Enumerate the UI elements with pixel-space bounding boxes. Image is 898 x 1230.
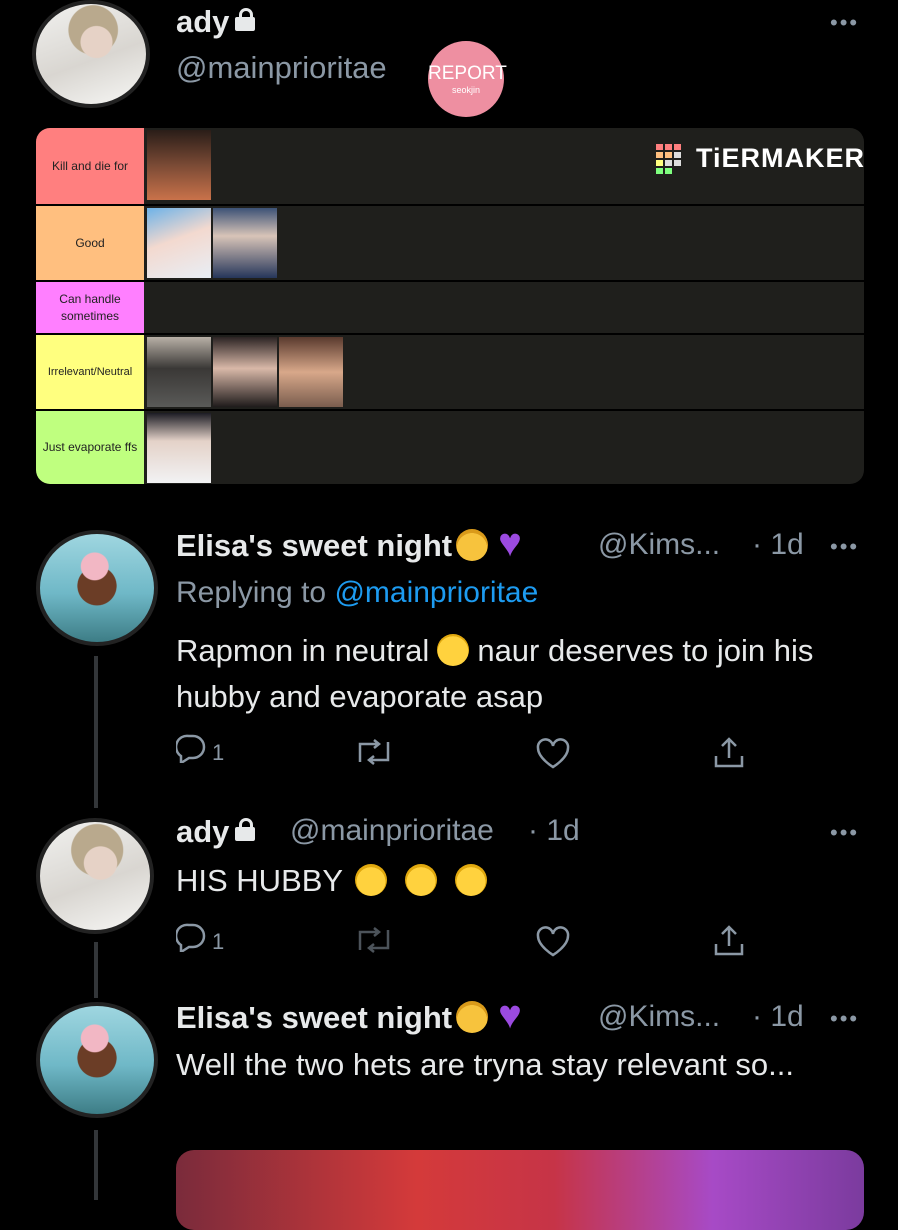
- photo-thumbnail: [213, 337, 277, 407]
- tier-row: Kill and die for: [36, 128, 864, 204]
- author-handle[interactable]: @mainprioritae: [290, 814, 494, 848]
- photo-thumbnail: [147, 208, 211, 278]
- more-dots-icon[interactable]: •••: [830, 534, 859, 560]
- reply-icon[interactable]: [176, 733, 206, 763]
- reply-count: 1: [212, 929, 225, 954]
- author-handle[interactable]: @mainprioritae: [176, 50, 387, 86]
- share-icon[interactable]: [712, 924, 746, 958]
- timestamp[interactable]: · 1d: [528, 814, 580, 848]
- photo-thumbnail: [147, 413, 211, 483]
- tweet-text: HIS HUBBY: [176, 858, 488, 904]
- report-badge: REPORT seokjin: [428, 41, 507, 117]
- more-dots-icon[interactable]: •••: [830, 10, 859, 36]
- author-name[interactable]: ady: [176, 814, 256, 850]
- tier-label: Good: [36, 206, 144, 280]
- share-icon[interactable]: [712, 736, 746, 770]
- photo-thumbnail: [213, 208, 277, 278]
- loudly-crying-emoji-icon: [405, 864, 438, 896]
- photo-thumbnail: [279, 337, 343, 407]
- lock-icon: [235, 8, 256, 31]
- author-name[interactable]: Elisa's sweet night: [176, 521, 532, 566]
- thread-line: [94, 1130, 98, 1200]
- reply-icon[interactable]: [176, 922, 206, 952]
- tier-row: Irrelevant/Neutral: [36, 333, 864, 409]
- thread-line: [94, 656, 98, 808]
- author-handle[interactable]: @Kims...: [598, 1000, 720, 1034]
- purple-heart-icon: [498, 993, 532, 1038]
- kissing-cat-emoji-icon: [456, 1001, 489, 1033]
- loudly-crying-emoji-icon: [355, 864, 388, 896]
- avatar[interactable]: [36, 818, 154, 934]
- tier-label: Irrelevant/Neutral: [36, 335, 144, 409]
- thread-line: [94, 942, 98, 998]
- timestamp[interactable]: · 1d: [752, 1000, 804, 1034]
- retweet-icon[interactable]: [354, 926, 394, 954]
- tier-label: Just evaporate ffs: [36, 411, 144, 484]
- replying-to: Replying to @mainprioritae: [176, 576, 539, 609]
- tier-list-image[interactable]: TiERMAKER Kill and die for Good Can hand…: [36, 128, 864, 484]
- photo-thumbnail: [147, 337, 211, 407]
- retweet-icon[interactable]: [354, 738, 394, 766]
- purple-heart-icon: [498, 521, 532, 566]
- avatar[interactable]: [36, 1002, 158, 1118]
- report-badge-subtitle: seokjin: [451, 85, 480, 95]
- heart-icon[interactable]: [535, 926, 571, 958]
- tweet-text: Well the two hets are tryna stay relevan…: [176, 1047, 794, 1082]
- author-handle[interactable]: @Kims...: [598, 528, 720, 562]
- attached-media-image[interactable]: [176, 1150, 864, 1230]
- grimacing-emoji-icon: [437, 634, 470, 666]
- loudly-crying-emoji-icon: [455, 864, 488, 896]
- tweet-text: Rapmon in neutral naur deserves to join h…: [176, 633, 814, 714]
- tier-label: Can handle sometimes: [36, 282, 144, 333]
- tier-row: Just evaporate ffs: [36, 409, 864, 484]
- heart-icon[interactable]: [535, 738, 571, 770]
- mention-link[interactable]: @mainprioritae: [334, 576, 538, 609]
- more-dots-icon[interactable]: •••: [830, 1006, 859, 1032]
- avatar[interactable]: [36, 530, 158, 646]
- tier-row: Can handle sometimes: [36, 280, 864, 333]
- tier-row: Good: [36, 204, 864, 280]
- photo-thumbnail: [147, 130, 211, 200]
- reply-count: 1: [212, 740, 225, 765]
- author-name[interactable]: Elisa's sweet night: [176, 993, 532, 1038]
- kissing-cat-emoji-icon: [456, 529, 489, 561]
- report-badge-title: REPORT: [428, 63, 507, 84]
- avatar[interactable]: [32, 0, 150, 108]
- author-name[interactable]: ady: [176, 4, 256, 40]
- more-dots-icon[interactable]: •••: [830, 820, 859, 846]
- lock-icon: [235, 818, 256, 841]
- tier-label: Kill and die for: [36, 128, 144, 204]
- timestamp[interactable]: · 1d: [752, 528, 804, 562]
